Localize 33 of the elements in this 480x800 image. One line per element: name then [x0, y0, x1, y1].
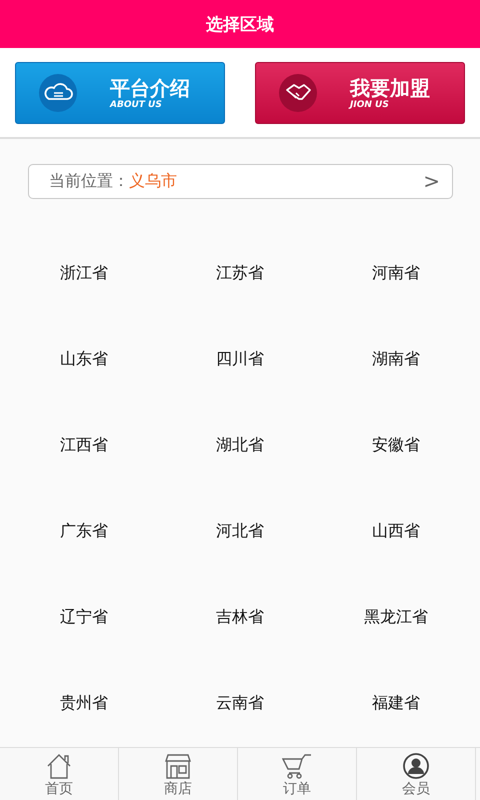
tab-button[interactable]: 首页 — [0, 748, 119, 800]
tab-button[interactable]: 会员 — [357, 748, 476, 800]
cloud-icon — [38, 72, 78, 113]
province-item[interactable]: 湖南省 — [372, 349, 420, 370]
cart-icon — [282, 752, 312, 779]
page-title: 选择区域 — [206, 14, 274, 36]
user-icon — [401, 752, 431, 779]
tab-button[interactable]: 订单 — [238, 748, 357, 800]
join-button[interactable]: 我要加盟 JION US — [255, 62, 465, 124]
province-item[interactable]: 浙江省 — [60, 263, 108, 284]
province-item[interactable]: 吉林省 — [216, 607, 264, 628]
province-item[interactable]: 贵州省 — [60, 693, 108, 714]
province-item[interactable]: 安徽省 — [372, 435, 420, 456]
province-item[interactable]: 湖北省 — [216, 435, 264, 456]
location-value: 义乌市 — [129, 170, 177, 192]
chevron-icon: > — [423, 169, 440, 194]
province-item[interactable]: 江西省 — [60, 435, 108, 456]
province-item[interactable]: 山东省 — [60, 349, 108, 370]
province-item[interactable]: 云南省 — [216, 693, 264, 714]
province-item[interactable]: 江苏省 — [216, 263, 264, 284]
province-item[interactable]: 辽宁省 — [60, 607, 108, 628]
location-bar[interactable]: 当前位置：义乌市 > — [28, 164, 453, 199]
province-item[interactable]: 河北省 — [216, 521, 264, 542]
tab-button[interactable]: 商店 — [119, 748, 238, 800]
province-item[interactable]: 四川省 — [216, 349, 264, 370]
province-item[interactable]: 山西省 — [372, 521, 420, 542]
province-item[interactable]: 黑龙江省 — [364, 607, 428, 628]
about-button[interactable]: 平台介绍 ABOUT US — [15, 62, 225, 124]
province-item[interactable]: 河南省 — [372, 263, 420, 284]
shop-icon — [163, 752, 193, 779]
province-item[interactable]: 福建省 — [372, 693, 420, 714]
location-label: 当前位置： — [49, 170, 129, 192]
province-item[interactable]: 广东省 — [60, 521, 108, 542]
